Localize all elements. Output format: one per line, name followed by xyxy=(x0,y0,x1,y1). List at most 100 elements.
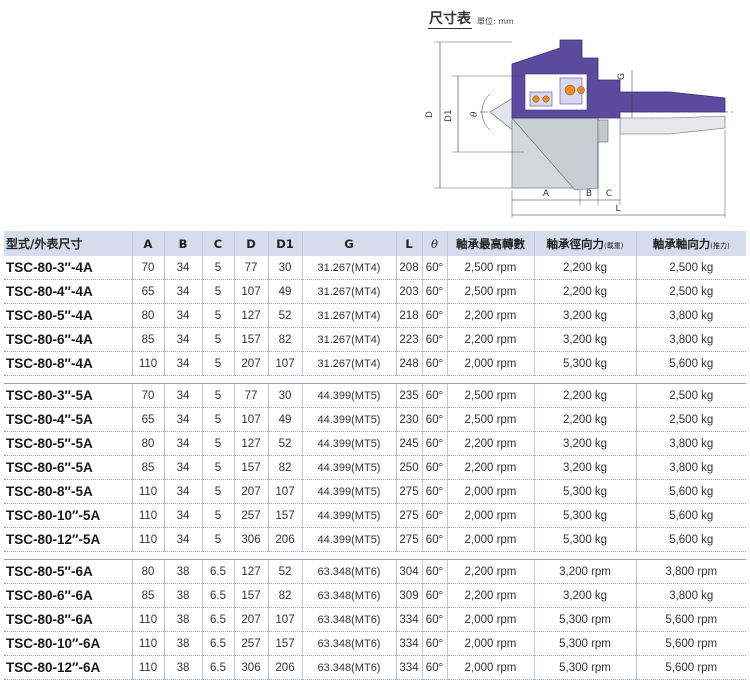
cell-L: 334 xyxy=(395,631,422,656)
cell-axial-load: 2,500 kg xyxy=(635,279,746,304)
cell-B: 38 xyxy=(163,631,202,656)
cell-G: 31.267(MT4) xyxy=(301,327,396,352)
cell-theta: 60° xyxy=(421,655,447,680)
cell-max-speed: 2,500 rpm xyxy=(446,383,534,408)
table-row: TSC-80-6″-4A 85 34 5 157 82 31.267(MT4) 223 60° 2… xyxy=(4,327,746,352)
cell-D: 257 xyxy=(233,631,268,656)
table-row: TSC-80-8″-5A 110 34 5 207 107 44.399(MT5) 275 60… xyxy=(4,479,746,504)
header-radial-load: 軸承徑向力(載重) xyxy=(533,231,636,256)
cell-L: 334 xyxy=(395,607,422,632)
bearing-ball xyxy=(564,84,576,96)
label-L: L xyxy=(615,204,620,214)
cell-axial-load: 5,600 rpm xyxy=(635,631,746,656)
cell-model: TSC-80-5″-5A xyxy=(4,431,132,456)
live-center-drawing: D D1 θ G A B C L xyxy=(425,39,735,218)
cell-D1: 49 xyxy=(267,407,302,432)
cell-radial-load: 3,200 kg xyxy=(533,583,636,608)
cell-max-speed: 2,200 rpm xyxy=(446,431,534,456)
label-D1: D1 xyxy=(444,109,454,122)
cell-axial-load: 3,800 kg xyxy=(635,583,746,608)
cell-G: 44.399(MT5) xyxy=(301,527,396,552)
cell-C: 5 xyxy=(201,455,234,480)
label-C: C xyxy=(606,189,612,199)
label-D: D xyxy=(425,111,435,118)
table-row: TSC-80-6″-6A 85 38 6.5 157 82 63.348(MT6) 309 60… xyxy=(4,583,746,608)
cell-A: 110 xyxy=(131,655,164,680)
cell-D: 77 xyxy=(233,256,268,280)
header-theta: θ xyxy=(421,231,447,256)
cell-D: 306 xyxy=(233,527,268,552)
cell-axial-load: 5,600 kg xyxy=(635,503,746,528)
header-D1: D1 xyxy=(267,231,302,256)
cell-G: 63.348(MT6) xyxy=(301,631,396,656)
cell-axial-load: 3,800 rpm xyxy=(635,559,746,584)
cell-D: 127 xyxy=(233,559,268,584)
cell-B: 34 xyxy=(163,327,202,352)
bearing-ball xyxy=(542,95,550,103)
cell-B: 34 xyxy=(163,455,202,480)
header-D: D xyxy=(233,231,268,256)
cell-A: 70 xyxy=(131,256,164,280)
cell-max-speed: 2,200 rpm xyxy=(446,303,534,328)
cell-radial-load: 2,200 kg xyxy=(533,279,636,304)
cell-theta: 60° xyxy=(421,256,447,280)
cell-radial-load: 5,300 rpm xyxy=(533,655,636,680)
cell-C: 6.5 xyxy=(201,583,234,608)
cell-theta: 60° xyxy=(421,503,447,528)
table-row: TSC-80-5″-4A 80 34 5 127 52 31.267(MT4) 218 60° 2… xyxy=(4,303,746,328)
cell-D1: 52 xyxy=(267,559,302,584)
cell-max-speed: 2,000 rpm xyxy=(446,527,534,552)
table-row: TSC-80-10″-5A 110 34 5 257 157 44.399(MT5) 275 6… xyxy=(4,503,746,528)
cell-theta: 60° xyxy=(421,607,447,632)
cell-max-speed: 2,000 rpm xyxy=(446,479,534,504)
cell-axial-load: 2,500 kg xyxy=(635,383,746,408)
cell-B: 38 xyxy=(163,583,202,608)
cell-G: 44.399(MT5) xyxy=(301,503,396,528)
dimension-title: 尺寸表 xyxy=(428,11,472,29)
cell-model: TSC-80-3″-4A xyxy=(4,256,132,280)
cell-A: 80 xyxy=(131,303,164,328)
cell-A: 65 xyxy=(131,279,164,304)
cell-A: 80 xyxy=(131,559,164,584)
cell-max-speed: 2,200 rpm xyxy=(446,327,534,352)
cell-L: 309 xyxy=(395,583,422,608)
cell-B: 34 xyxy=(163,479,202,504)
cell-G: 63.348(MT6) xyxy=(301,559,396,584)
cell-B: 38 xyxy=(163,559,202,584)
taper-shank xyxy=(619,115,726,135)
cell-D: 257 xyxy=(233,503,268,528)
cell-theta: 60° xyxy=(421,383,447,408)
cell-max-speed: 2,000 rpm xyxy=(446,607,534,632)
cell-D: 207 xyxy=(233,351,268,376)
cell-radial-load: 3,200 kg xyxy=(533,303,636,328)
cell-C: 5 xyxy=(201,527,234,552)
cell-A: 65 xyxy=(131,407,164,432)
cell-D1: 30 xyxy=(267,383,302,408)
table-row: TSC-80-3″-4A 70 34 5 77 30 31.267(MT4) 208 60° 2,… xyxy=(4,256,746,280)
cell-A: 110 xyxy=(131,631,164,656)
cell-G: 44.399(MT5) xyxy=(301,407,396,432)
cell-A: 110 xyxy=(131,351,164,376)
cell-D: 107 xyxy=(233,279,268,304)
cell-axial-load: 5,600 kg xyxy=(635,527,746,552)
cell-model: TSC-80-12″-5A xyxy=(4,527,132,552)
cell-D: 306 xyxy=(233,655,268,680)
bearing-ball xyxy=(532,95,540,103)
cell-D1: 107 xyxy=(267,479,302,504)
cell-max-speed: 2,500 rpm xyxy=(446,279,534,304)
cell-theta: 60° xyxy=(421,527,447,552)
cell-theta: 60° xyxy=(421,559,447,584)
cell-D: 207 xyxy=(233,479,268,504)
cell-D1: 206 xyxy=(267,655,302,680)
cell-L: 248 xyxy=(395,351,422,376)
cell-A: 110 xyxy=(131,503,164,528)
cell-D: 157 xyxy=(233,455,268,480)
cell-radial-load: 2,200 kg xyxy=(533,407,636,432)
cell-C: 6.5 xyxy=(201,559,234,584)
header-model: 型式/外表尺寸 xyxy=(4,231,132,256)
cell-model: TSC-80-10″-5A xyxy=(4,503,132,528)
cell-radial-load: 5,300 kg xyxy=(533,351,636,376)
cell-radial-load: 3,200 rpm xyxy=(533,559,636,584)
label-theta: θ xyxy=(470,111,480,117)
cell-D1: 107 xyxy=(267,351,302,376)
